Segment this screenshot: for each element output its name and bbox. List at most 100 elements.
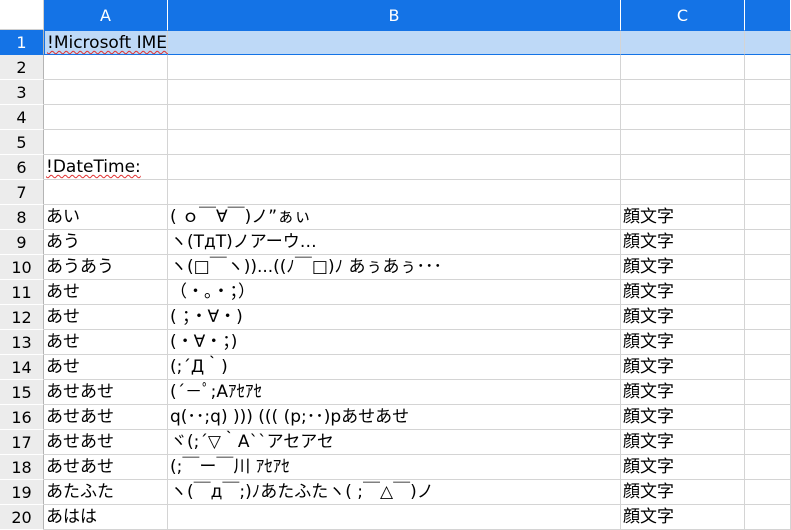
column-header-d[interactable] [745, 0, 791, 30]
cell-b[interactable]: ヾ(;´▽｀A``アセアセ [168, 430, 621, 455]
cell-a[interactable] [44, 130, 168, 155]
cell-b[interactable] [168, 155, 621, 180]
cell-c[interactable]: 顔文字 [621, 305, 745, 330]
cell-a[interactable]: あせ [44, 280, 168, 305]
cell-c[interactable] [621, 105, 745, 130]
row-header[interactable]: 4 [0, 105, 44, 130]
cell-c[interactable] [621, 30, 745, 55]
cell-b[interactable] [168, 105, 621, 130]
row-header[interactable]: 2 [0, 55, 44, 80]
cell-c[interactable]: 顔文字 [621, 230, 745, 255]
cell-a[interactable]: !DateTime: [44, 155, 168, 180]
cell-d[interactable] [745, 505, 791, 530]
cell-c[interactable]: 顔文字 [621, 205, 745, 230]
cell-b[interactable]: (´－ﾟ;Aｱｾｱｾ [168, 380, 621, 405]
cell-a[interactable]: あせあせ [44, 405, 168, 430]
cell-c[interactable]: 顔文字 [621, 405, 745, 430]
cell-b[interactable]: ( ；・∀・) [168, 305, 621, 330]
cell-c[interactable]: 顔文字 [621, 430, 745, 455]
cell-d[interactable] [745, 130, 791, 155]
cell-b[interactable] [168, 505, 621, 530]
cell-b[interactable]: ヽ(□￣ヽ))...((ﾉ￣□)ﾉ あぅあぅ･･･ [168, 255, 621, 280]
cell-b[interactable]: q(･･;q) ))) ((( (p;･･)pあせあせ [168, 405, 621, 430]
row-header[interactable]: 17 [0, 430, 44, 455]
cell-b[interactable]: ヽ(￣д￣;)ﾉあたふたヽ( ;￣△￣)ノ [168, 480, 621, 505]
cell-a[interactable]: あせあせ [44, 430, 168, 455]
cell-a[interactable]: あせ [44, 305, 168, 330]
cell-d[interactable] [745, 180, 791, 205]
cell-d[interactable] [745, 155, 791, 180]
cell-d[interactable] [745, 355, 791, 380]
cell-d[interactable] [745, 405, 791, 430]
cell-c[interactable]: 顔文字 [621, 280, 745, 305]
cell-b[interactable] [168, 55, 621, 80]
cell-b[interactable] [168, 130, 621, 155]
cell-d[interactable] [745, 305, 791, 330]
cell-d[interactable] [745, 430, 791, 455]
cell-c[interactable]: 顔文字 [621, 255, 745, 280]
cell-a[interactable]: あせあせ [44, 455, 168, 480]
row-header[interactable]: 19 [0, 480, 44, 505]
row-header[interactable]: 1 [0, 30, 44, 55]
cell-a[interactable]: あせ [44, 330, 168, 355]
row-header[interactable]: 20 [0, 505, 44, 530]
cell-c[interactable]: 顔文字 [621, 380, 745, 405]
cell-a[interactable]: あせあせ [44, 380, 168, 405]
cell-c[interactable]: 顔文字 [621, 505, 745, 530]
column-header-b[interactable]: B [168, 0, 621, 30]
cell-d[interactable] [745, 455, 791, 480]
cell-b[interactable] [168, 180, 621, 205]
row-header[interactable]: 6 [0, 155, 44, 180]
select-all-corner[interactable] [0, 0, 44, 30]
row-header[interactable]: 15 [0, 380, 44, 405]
row-header[interactable]: 13 [0, 330, 44, 355]
column-header-a[interactable]: A [44, 0, 168, 30]
row-header[interactable]: 5 [0, 130, 44, 155]
column-header-c[interactable]: C [621, 0, 745, 30]
cell-c[interactable]: 顔文字 [621, 330, 745, 355]
cell-b[interactable] [168, 80, 621, 105]
row-header[interactable]: 14 [0, 355, 44, 380]
row-header[interactable]: 11 [0, 280, 44, 305]
row-header[interactable]: 3 [0, 80, 44, 105]
cell-a[interactable]: あうあう [44, 255, 168, 280]
row-header[interactable]: 18 [0, 455, 44, 480]
cell-c[interactable]: 顔文字 [621, 455, 745, 480]
cell-d[interactable] [745, 80, 791, 105]
cell-d[interactable] [745, 480, 791, 505]
cell-a[interactable]: あたふた [44, 480, 168, 505]
cell-c[interactable] [621, 155, 745, 180]
cell-d[interactable] [745, 230, 791, 255]
cell-b[interactable]: ( ｏ￣∀￣)ノ”ぁぃ [168, 205, 621, 230]
row-header[interactable]: 10 [0, 255, 44, 280]
cell-c[interactable]: 顔文字 [621, 480, 745, 505]
cell-c[interactable] [621, 180, 745, 205]
row-header[interactable]: 7 [0, 180, 44, 205]
cell-b[interactable]: (;´Д｀) [168, 355, 621, 380]
cell-b[interactable] [168, 30, 621, 55]
cell-d[interactable] [745, 105, 791, 130]
cell-d[interactable] [745, 380, 791, 405]
cell-d[interactable] [745, 205, 791, 230]
cell-a[interactable]: あはは [44, 505, 168, 530]
row-header[interactable]: 8 [0, 205, 44, 230]
row-header[interactable]: 9 [0, 230, 44, 255]
cell-a[interactable]: あい [44, 205, 168, 230]
cell-a[interactable]: あう [44, 230, 168, 255]
cell-d[interactable] [745, 55, 791, 80]
cell-a[interactable]: !Microsoft IME Dictionary Tool [44, 30, 298, 55]
cell-c[interactable] [621, 80, 745, 105]
cell-d[interactable] [745, 255, 791, 280]
cell-d[interactable] [745, 280, 791, 305]
cell-c[interactable]: 顔文字 [621, 355, 745, 380]
cell-a[interactable] [44, 180, 168, 205]
row-header[interactable]: 12 [0, 305, 44, 330]
cell-c[interactable] [621, 130, 745, 155]
cell-b[interactable]: （・。・；） [168, 280, 621, 305]
cell-b[interactable]: (;￣ー￣川 ｱｾｱｾ [168, 455, 621, 480]
cell-d[interactable] [745, 330, 791, 355]
cell-a[interactable]: あせ [44, 355, 168, 380]
cell-a[interactable] [44, 55, 168, 80]
cell-b[interactable]: ヽ(TдT)ノアーウ… [168, 230, 621, 255]
row-header[interactable]: 16 [0, 405, 44, 430]
